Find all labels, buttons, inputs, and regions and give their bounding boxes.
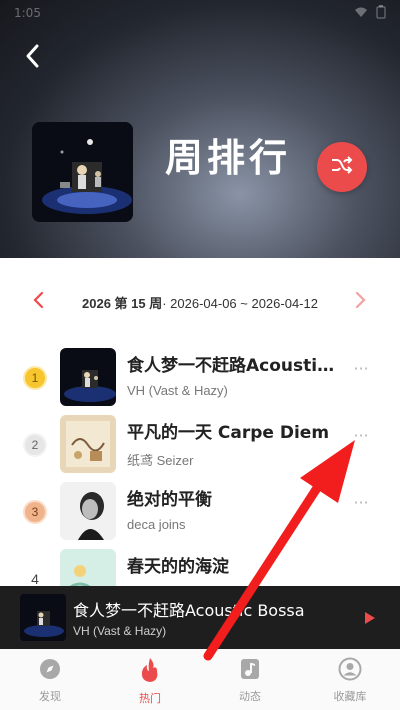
tab-discover[interactable]: 发现 xyxy=(0,649,100,710)
back-button[interactable] xyxy=(18,42,46,74)
song-title: 平凡的一天 Carpe Diem xyxy=(127,423,330,443)
more-dots-icon: ··· xyxy=(353,359,369,378)
now-playing-title: 食人梦一不赶路Acoustic Bossa xyxy=(73,601,305,620)
shuffle-icon xyxy=(331,155,353,179)
tab-hot[interactable]: 热门 xyxy=(100,649,200,710)
more-options-button[interactable]: ··· xyxy=(352,361,370,381)
tab-label: 发现 xyxy=(39,690,61,703)
song-title: 春天的的海淀 xyxy=(127,557,229,577)
song-cover xyxy=(60,482,116,540)
status-time: 1:05 xyxy=(14,6,41,20)
song-artist: deca joins xyxy=(127,517,186,532)
status-bar: 1:05 xyxy=(0,0,400,26)
week-label: 2026 第 15 周· 2026-04-06 ~ 2026-04-12 xyxy=(82,293,318,312)
week-number: 2026 第 15 周 xyxy=(82,295,163,311)
playlist-cover xyxy=(32,122,133,222)
tab-activity[interactable]: 动态 xyxy=(200,649,300,710)
compass-icon xyxy=(38,657,62,685)
chevron-left-icon xyxy=(24,43,40,73)
tab-library[interactable]: 收藏库 xyxy=(300,649,400,710)
song-row[interactable]: 1 食人梦一不赶路Acoustic Bossa VH (Vast & Hazy)… xyxy=(0,345,400,412)
rank-badge: 1 xyxy=(23,366,47,390)
now-playing-artist: VH (Vast & Hazy) xyxy=(73,624,167,638)
bottom-navigation: 发现 热门 动态 收藏库 xyxy=(0,649,400,710)
week-date-range: · 2026-04-06 ~ 2026-04-12 xyxy=(162,295,318,311)
play-icon xyxy=(364,610,376,629)
header-banner: 1:05 周排行 xyxy=(0,0,400,258)
song-list: 1 食人梦一不赶路Acoustic Bossa VH (Vast & Hazy)… xyxy=(0,345,400,613)
battery-icon xyxy=(376,4,386,22)
now-playing-cover xyxy=(20,594,66,641)
more-options-button[interactable]: ··· xyxy=(352,495,370,515)
song-artist: VH (Vast & Hazy) xyxy=(127,383,228,398)
chevron-right-icon xyxy=(355,291,367,313)
shuffle-play-button[interactable] xyxy=(317,142,367,192)
song-row[interactable]: 3 绝对的平衡 deca joins ··· xyxy=(0,479,400,546)
rank-badge: 2 xyxy=(23,433,47,457)
tab-label: 收藏库 xyxy=(333,690,367,703)
play-button[interactable] xyxy=(364,610,378,626)
more-options-button[interactable]: ··· xyxy=(352,428,370,448)
music-note-icon xyxy=(239,657,261,685)
song-title: 食人梦一不赶路Acoustic Bossa xyxy=(127,356,337,376)
rank-badge: 3 xyxy=(23,500,47,524)
song-cover xyxy=(60,348,116,406)
chevron-left-icon xyxy=(32,291,44,313)
mini-player[interactable]: 食人梦一不赶路Acoustic Bossa VH (Vast & Hazy) xyxy=(0,586,400,649)
next-week-button[interactable] xyxy=(350,291,372,313)
more-dots-icon: ··· xyxy=(353,493,369,512)
status-icons xyxy=(354,4,386,22)
flame-icon xyxy=(139,657,161,687)
week-selector: 2026 第 15 周· 2026-04-06 ~ 2026-04-12 xyxy=(0,285,400,319)
profile-icon xyxy=(338,657,362,685)
previous-week-button[interactable] xyxy=(27,291,49,313)
song-artist: 纸鸢 Seizer xyxy=(127,453,194,468)
more-dots-icon: ··· xyxy=(353,426,369,445)
tab-label: 动态 xyxy=(239,690,261,703)
wifi-icon xyxy=(354,6,368,21)
tab-label: 热门 xyxy=(139,692,161,705)
song-row[interactable]: 2 平凡的一天 Carpe Diem 纸鸢 Seizer ··· xyxy=(0,412,400,479)
song-title: 绝对的平衡 xyxy=(127,490,212,510)
song-cover xyxy=(60,415,116,473)
page-title: 周排行 xyxy=(165,136,292,180)
